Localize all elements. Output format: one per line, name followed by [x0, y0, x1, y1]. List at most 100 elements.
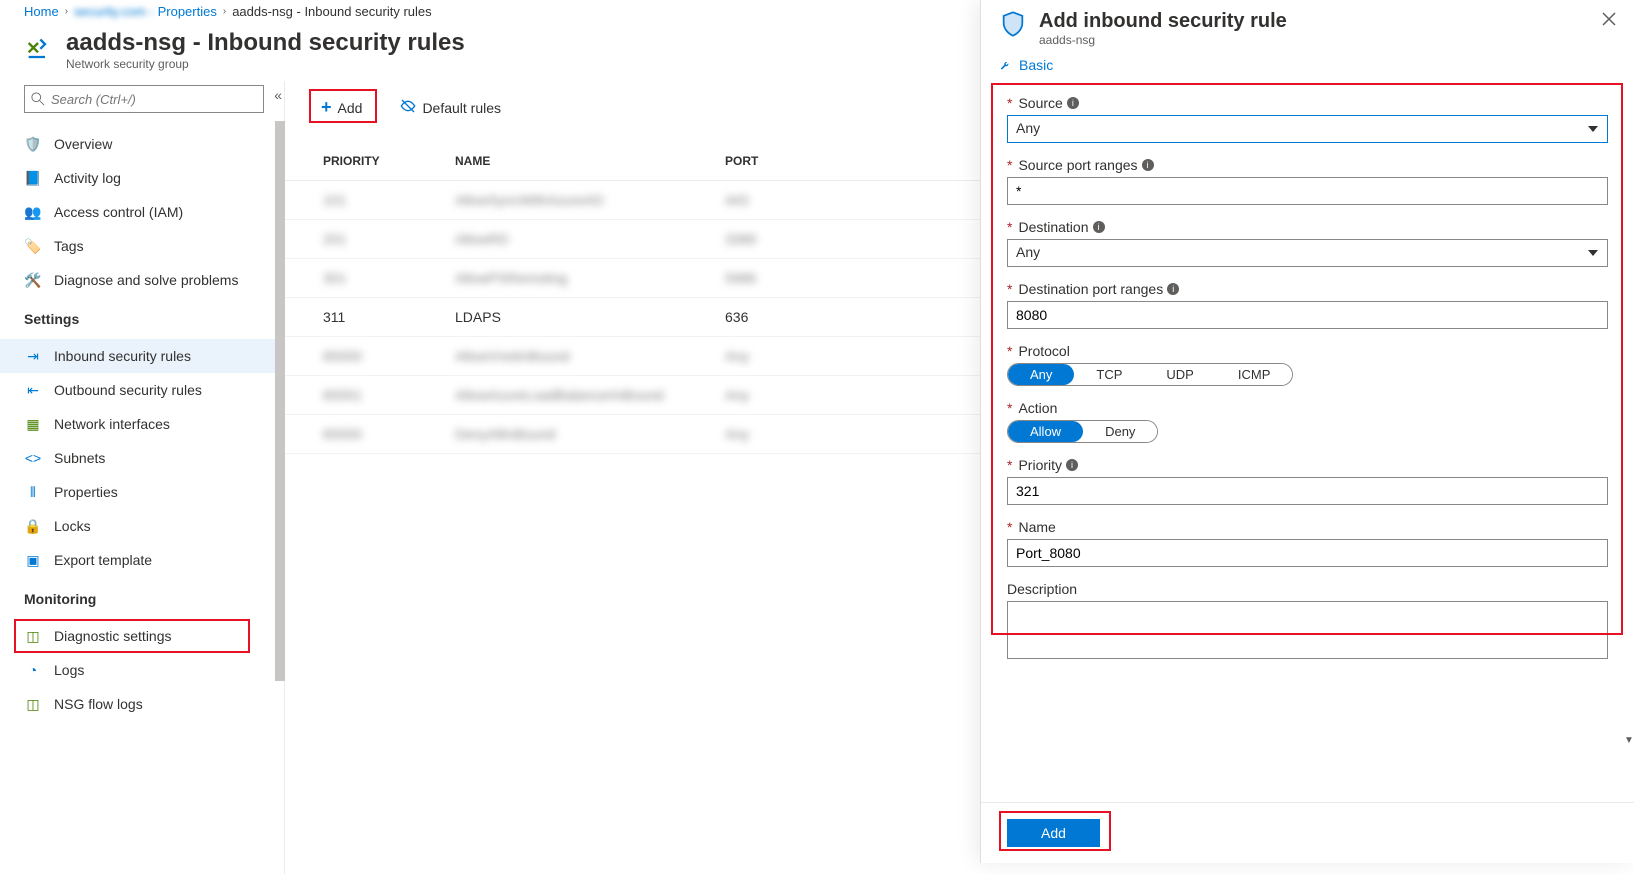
sidebar-item-overview[interactable]: 🛡️ Overview	[0, 127, 278, 161]
sidebar-item-logs[interactable]: ◔ Logs	[0, 653, 278, 687]
sidebar-item-activity-log[interactable]: 📘 Activity log	[0, 161, 278, 195]
add-button[interactable]: + Add	[313, 93, 370, 122]
protocol-group-option-udp[interactable]: UDP	[1144, 364, 1215, 385]
sidebar-item-label: Activity log	[54, 170, 121, 186]
add-rule-panel: Add inbound security rule aadds-nsg Basi…	[980, 0, 1634, 863]
chevron-right-icon: ›	[65, 6, 68, 17]
sidebar-item-properties[interactable]: ⦀Properties	[0, 475, 278, 509]
sidebar-item-network-interfaces[interactable]: ▦Network interfaces	[0, 407, 278, 441]
add-button-label: Add	[338, 100, 363, 116]
sidebar-item-export-template[interactable]: ▣ Export template	[0, 543, 278, 577]
name-input[interactable]	[1007, 539, 1608, 567]
nav-icon: 🛡️	[24, 135, 42, 153]
sidebar-item-subnets[interactable]: <> Subnets	[0, 441, 278, 475]
nav-icon: ◫	[24, 695, 42, 713]
nav-icon: 📘	[24, 169, 42, 187]
nav-heading-monitoring: Monitoring	[0, 577, 278, 613]
protocol-group-option-any[interactable]: Any	[1008, 364, 1074, 385]
protocol-group-option-icmp[interactable]: ICMP	[1216, 364, 1293, 385]
plus-icon: +	[321, 97, 332, 118]
sidebar-item-locks[interactable]: 🔒 Locks	[0, 509, 278, 543]
sidebar-item-label: Access control (IAM)	[54, 204, 183, 220]
label-priority: Priority	[1018, 457, 1062, 473]
default-rules-button[interactable]: Default rules	[392, 94, 509, 121]
nsg-icon	[24, 36, 52, 64]
basic-toggle[interactable]: Basic	[981, 51, 1634, 83]
nav-icon: 🛠️	[24, 271, 42, 289]
sidebar-item-label: Outbound security rules	[54, 382, 202, 398]
breadcrumb-blur: security.com -	[74, 4, 158, 19]
collapse-sidebar-icon[interactable]: «	[274, 87, 282, 103]
breadcrumb-home[interactable]: Home	[24, 4, 59, 19]
sidebar-item-label: Overview	[54, 136, 112, 152]
wrench-icon	[999, 58, 1013, 72]
nav-heading-settings: Settings	[0, 297, 278, 333]
add-submit-button[interactable]: Add	[1007, 819, 1100, 847]
destination-select[interactable]: Any	[1007, 239, 1608, 267]
nav-icon: ▦	[24, 415, 42, 433]
sidebar-item-diagnostic-settings[interactable]: ◫Diagnostic settings	[0, 619, 278, 653]
sidebar-item-nsg-flow-logs[interactable]: ◫ NSG flow logs	[0, 687, 278, 721]
nav-icon: ▣	[24, 551, 42, 569]
nav-icon: 🔒	[24, 517, 42, 535]
nav-icon: 🏷️	[24, 237, 42, 255]
panel-scrollbar[interactable]	[1624, 730, 1632, 742]
nav-icon: <>	[24, 449, 42, 467]
source-select[interactable]: Any	[1007, 115, 1608, 143]
info-icon[interactable]: i	[1067, 97, 1079, 109]
sidebar-item-inbound-security-rules[interactable]: ⇥ Inbound security rules	[0, 339, 278, 373]
sidebar-item-tags[interactable]: 🏷️ Tags	[0, 229, 278, 263]
nav-icon: 👥	[24, 203, 42, 221]
sidebar-item-label: Tags	[54, 238, 84, 254]
info-icon[interactable]: i	[1142, 159, 1154, 171]
label-protocol: Protocol	[1018, 343, 1069, 359]
eye-off-icon	[400, 98, 416, 117]
info-icon[interactable]: i	[1093, 221, 1105, 233]
action-group-option-allow[interactable]: Allow	[1008, 421, 1083, 442]
dest-port-input[interactable]	[1007, 301, 1608, 329]
protocol-group-option-tcp[interactable]: TCP	[1074, 364, 1144, 385]
close-panel-button[interactable]	[1602, 10, 1616, 31]
breadcrumb-current: aadds-nsg - Inbound security rules	[232, 4, 431, 19]
description-input[interactable]	[1007, 601, 1608, 659]
sidebar-scrollbar[interactable]	[275, 121, 285, 781]
sidebar-item-outbound-security-rules[interactable]: ⇤ Outbound security rules	[0, 373, 278, 407]
close-icon	[1602, 12, 1616, 26]
sidebar-item-label: Diagnose and solve problems	[54, 272, 238, 288]
sidebar-item-label: Export template	[54, 552, 152, 568]
label-destination: Destination	[1018, 219, 1088, 235]
label-name: Name	[1018, 519, 1055, 535]
protocol-group: AnyTCPUDPICMP	[1007, 363, 1293, 386]
sidebar-item-label: Properties	[54, 484, 118, 500]
sidebar: « 🛡️ Overview 📘 Activity log 👥 Access control…	[0, 81, 285, 874]
sidebar-item-label: Inbound security rules	[54, 348, 191, 364]
nav-icon: ⇥	[24, 347, 42, 365]
panel-subtitle: aadds-nsg	[1039, 33, 1287, 47]
breadcrumb-properties[interactable]: Properties	[158, 4, 217, 19]
basic-label: Basic	[1019, 57, 1053, 73]
action-group-option-deny[interactable]: Deny	[1083, 421, 1157, 442]
label-source: Source	[1018, 95, 1062, 111]
sidebar-item-access-control-iam-[interactable]: 👥 Access control (IAM)	[0, 195, 278, 229]
sidebar-item-label: Logs	[54, 662, 84, 678]
source-port-input[interactable]	[1007, 177, 1608, 205]
sidebar-item-label: Locks	[54, 518, 91, 534]
col-name[interactable]: NAME	[435, 142, 705, 181]
nav-icon: ⇤	[24, 381, 42, 399]
search-input[interactable]	[45, 92, 257, 107]
page-subtitle: Network security group	[66, 57, 465, 71]
sidebar-item-diagnose-and-solve-problems[interactable]: 🛠️ Diagnose and solve problems	[0, 263, 278, 297]
col-priority[interactable]: PRIORITY	[285, 142, 435, 181]
search-box[interactable]	[24, 85, 264, 113]
panel-title: Add inbound security rule	[1039, 10, 1287, 33]
info-icon[interactable]: i	[1167, 283, 1179, 295]
label-source-port: Source port ranges	[1018, 157, 1137, 173]
chevron-right-icon: ›	[223, 6, 226, 17]
sidebar-item-label: Subnets	[54, 450, 105, 466]
info-icon[interactable]: i	[1066, 459, 1078, 471]
priority-input[interactable]	[1007, 477, 1608, 505]
sidebar-item-label: NSG flow logs	[54, 696, 143, 712]
action-group: AllowDeny	[1007, 420, 1158, 443]
sidebar-item-label: Diagnostic settings	[54, 628, 172, 644]
nav-icon: ◔	[24, 661, 42, 679]
